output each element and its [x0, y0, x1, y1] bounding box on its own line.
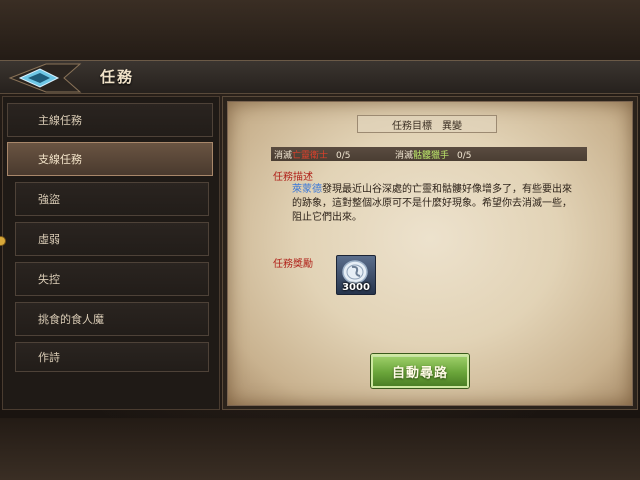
target-2: 消滅骷髏獵手 0/5: [395, 148, 472, 161]
sidebar-item-quest[interactable]: 強盜: [15, 182, 209, 216]
target-progress: 0/5: [336, 151, 351, 161]
sidebar-item-label: 支線任務: [38, 153, 82, 166]
quest-targets: 消滅亡靈衛士 0/5 消滅骷髏獵手 0/5: [271, 147, 587, 161]
scroll-marker-icon: [0, 236, 6, 246]
sidebar-item-label: 虛弱: [38, 233, 60, 246]
sidebar-item-label: 失控: [38, 273, 60, 286]
target-name: 骷髏獵手: [413, 151, 450, 161]
back-arrow-icon: [8, 63, 82, 93]
bottom-ornament: [0, 418, 640, 480]
back-button[interactable]: [6, 62, 84, 94]
reward-count: 3000: [342, 282, 370, 293]
reward-heading: 任務獎勵: [273, 259, 313, 270]
page-title: 任務: [100, 68, 135, 86]
description-text: 發現最近山谷深處的亡靈和骷髏好像增多了，有些要出來的跡象，這對整個冰原可不是什麼…: [292, 184, 572, 223]
sidebar-item-main-quest[interactable]: 主線任務: [7, 103, 213, 137]
target-progress: 0/5: [457, 151, 472, 161]
quest-description: 萊蒙德發現最近山谷深處的亡靈和骷髏好像增多了，有些要出來的跡象，這對整個冰原可不…: [292, 183, 572, 225]
top-ornament: [0, 0, 640, 62]
sidebar-item-label: 作詩: [38, 351, 60, 364]
target-name: 亡靈衛士: [292, 151, 329, 161]
sidebar-item-label: 強盜: [38, 193, 60, 206]
target-prefix: 消滅: [274, 151, 293, 161]
description-heading: 任務描述: [273, 172, 313, 183]
sidebar-item-label: 挑食的食人魔: [38, 313, 104, 326]
npc-name: 萊蒙德: [292, 184, 322, 195]
auto-path-button[interactable]: 自動尋路: [371, 354, 469, 388]
quest-goal-title: 任務目標 異變: [357, 115, 497, 133]
sidebar-item-quest[interactable]: 虛弱: [15, 222, 209, 256]
sidebar-item-side-quest[interactable]: 支線任務: [7, 142, 213, 176]
target-1: 消滅亡靈衛士 0/5: [274, 148, 351, 161]
sidebar-item-quest[interactable]: 作詩: [15, 342, 209, 372]
header-bar: [0, 60, 640, 94]
sidebar-item-label: 主線任務: [38, 114, 82, 127]
target-prefix: 消滅: [395, 151, 414, 161]
sidebar-item-quest[interactable]: 失控: [15, 262, 209, 296]
sidebar-item-quest[interactable]: 挑食的食人魔: [15, 302, 209, 336]
